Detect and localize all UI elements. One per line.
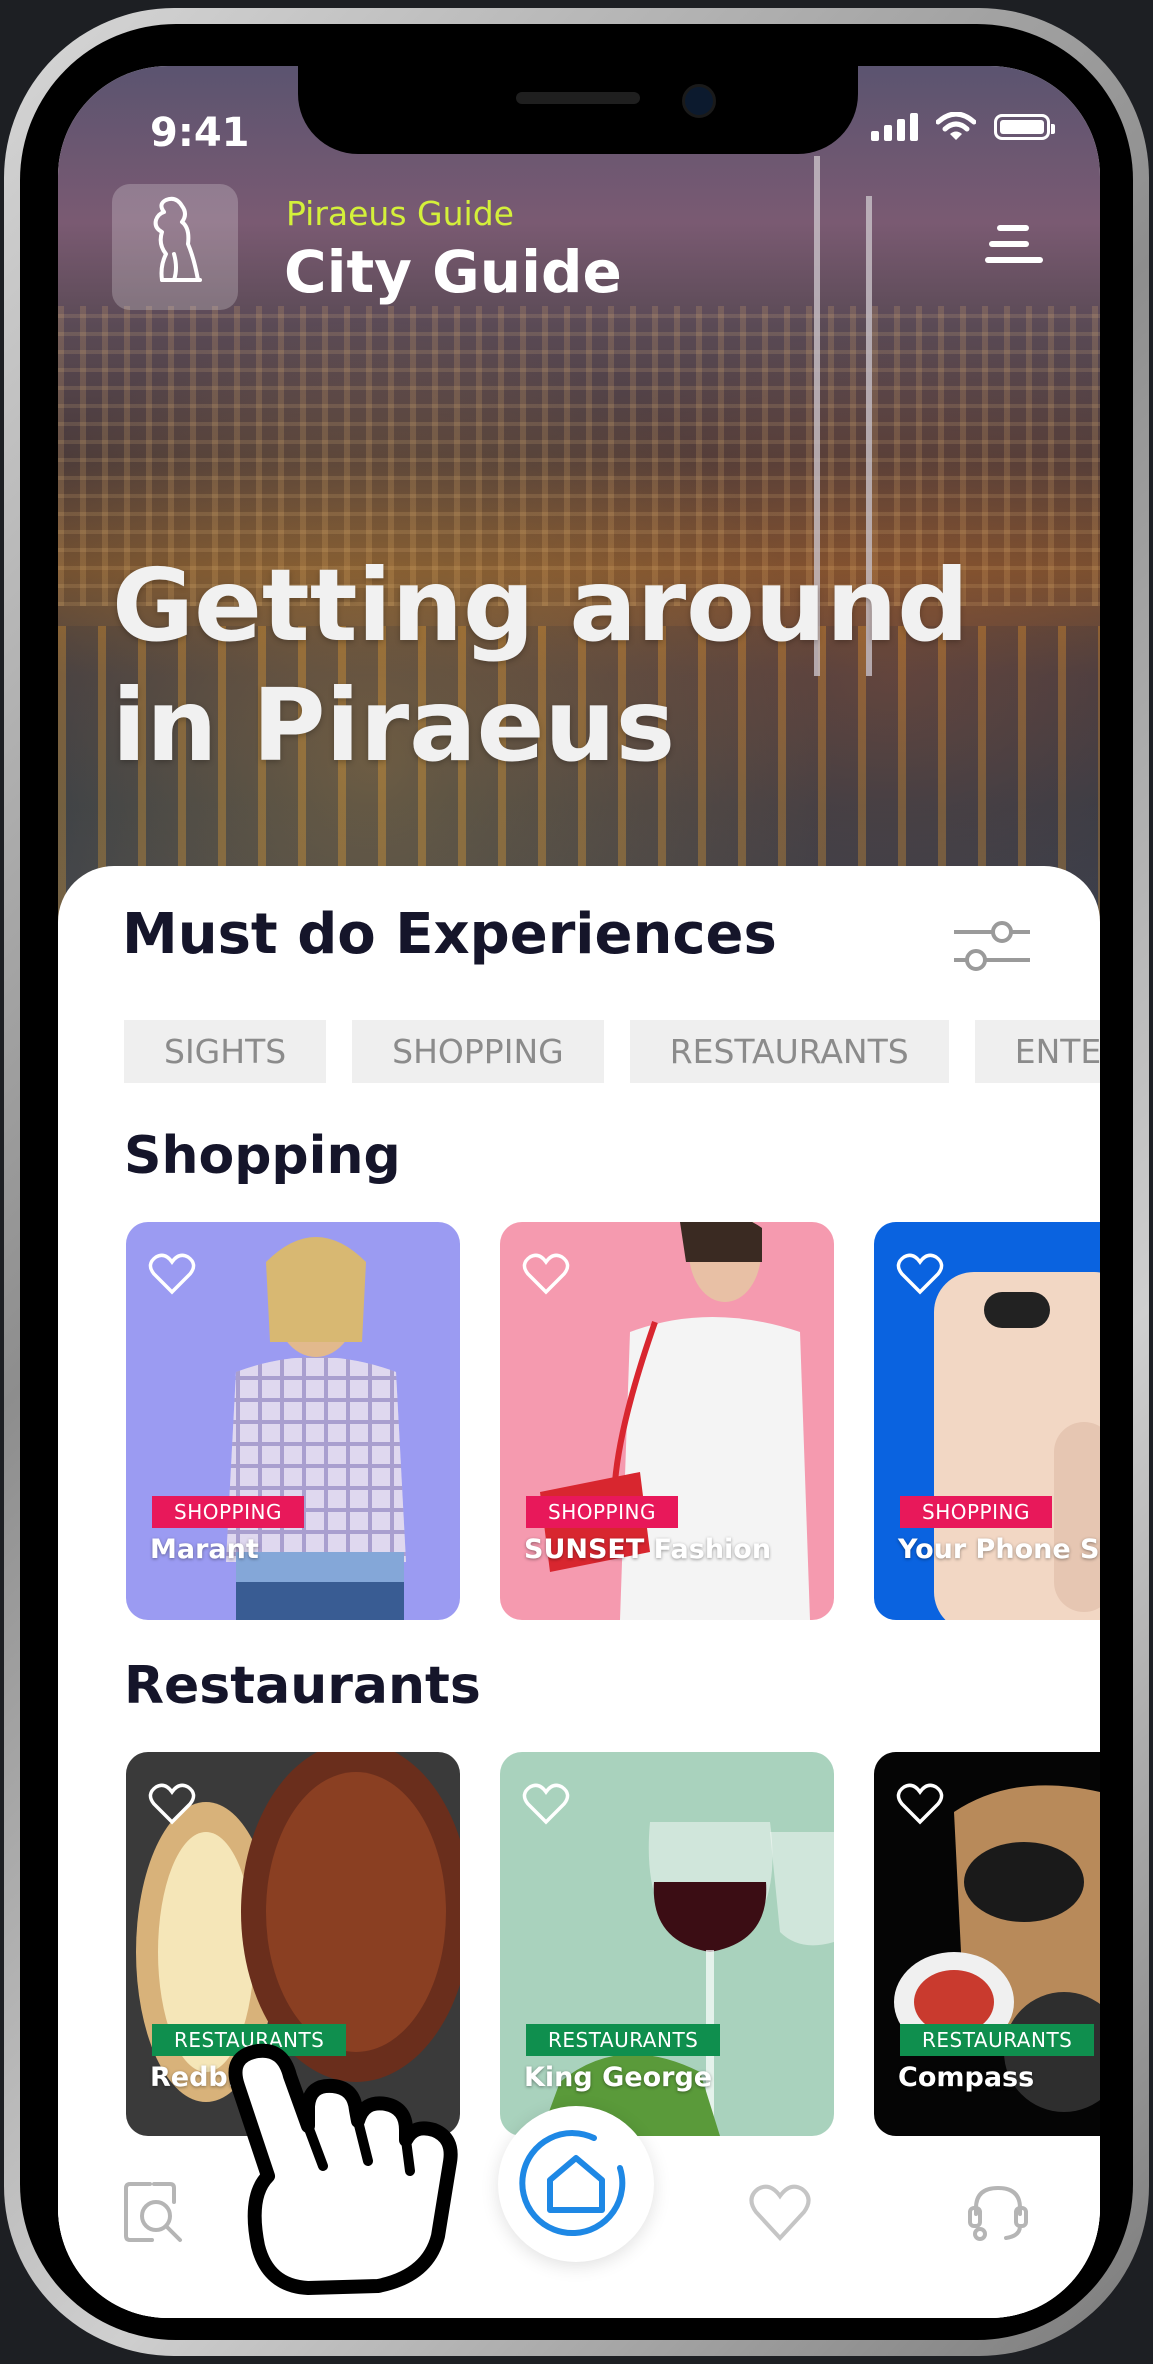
filter-icon[interactable] — [952, 914, 1032, 978]
heart-icon[interactable] — [148, 1782, 196, 1826]
app-logo[interactable] — [112, 184, 238, 310]
restaurant-card[interactable]: RESTAURANTS Compass — [874, 1752, 1100, 2136]
menu-icon[interactable] — [984, 214, 1044, 274]
speaker — [516, 92, 640, 104]
wifi-icon — [936, 112, 976, 140]
app-subtitle: Piraeus Guide — [286, 194, 514, 233]
shopping-card[interactable]: SHOPPING Your Phone Sho — [874, 1222, 1100, 1620]
chip-entertainment[interactable]: ENTERTA — [974, 1020, 1100, 1083]
lion-statue-icon — [153, 196, 202, 282]
chip-sights[interactable]: SIGHTS — [124, 1020, 327, 1083]
heart-icon[interactable] — [896, 1782, 944, 1826]
heart-icon[interactable] — [522, 1782, 570, 1826]
category-tag: SHOPPING — [900, 1496, 1052, 1528]
chip-restaurants[interactable]: RESTAURANTS — [629, 1020, 949, 1083]
shopping-card[interactable]: SHOPPING Marant — [126, 1222, 460, 1620]
restaurants-title: Restaurants — [124, 1656, 481, 1716]
shopping-card[interactable]: SHOPPING SUNSET Fashion — [500, 1222, 834, 1620]
restaurant-card[interactable]: RESTAURANTS King George — [500, 1752, 834, 2136]
category-tag: SHOPPING — [152, 1496, 304, 1528]
hero-title-line: Getting around — [112, 547, 969, 664]
category-chips: SIGHTS SHOPPING RESTAURANTS ENTERTA — [124, 1020, 1100, 1083]
place-name: King George — [524, 2062, 713, 2093]
hero-title: Getting around in Piraeus — [112, 546, 1012, 786]
app-title: City Guide — [284, 238, 622, 306]
place-name: Compass — [898, 2062, 1035, 2093]
support-icon[interactable] — [966, 2180, 1030, 2244]
app-screen: 9:41 Piraeus Guide City Guide Getting ar… — [58, 66, 1100, 2318]
heart-icon[interactable] — [522, 1252, 570, 1296]
battery-icon — [994, 114, 1055, 140]
notch — [298, 66, 858, 154]
place-name: SUNSET Fashion — [524, 1534, 772, 1565]
category-tag: RESTAURANTS — [900, 2024, 1095, 2056]
hero-title-line: in Piraeus — [112, 667, 676, 784]
front-camera — [682, 84, 716, 118]
heart-icon[interactable] — [748, 2180, 812, 2244]
category-tag: RESTAURANTS — [526, 2024, 721, 2056]
phone-frame: 9:41 Piraeus Guide City Guide Getting ar… — [4, 8, 1149, 2356]
search-icon[interactable] — [122, 2180, 186, 2244]
status-time: 9:41 — [150, 110, 250, 156]
chip-shopping[interactable]: SHOPPING — [352, 1020, 604, 1083]
section-title: Must do Experiences — [122, 902, 777, 967]
shopping-title: Shopping — [124, 1126, 401, 1186]
place-name: Your Phone Sho — [898, 1534, 1100, 1565]
signal-icon — [871, 113, 918, 141]
place-name: Marant — [150, 1534, 259, 1565]
heart-icon[interactable] — [148, 1252, 196, 1296]
status-icons — [871, 112, 1055, 142]
hand-pointer-icon — [228, 2043, 458, 2295]
category-tag: SHOPPING — [526, 1496, 678, 1528]
heart-icon[interactable] — [896, 1252, 944, 1296]
